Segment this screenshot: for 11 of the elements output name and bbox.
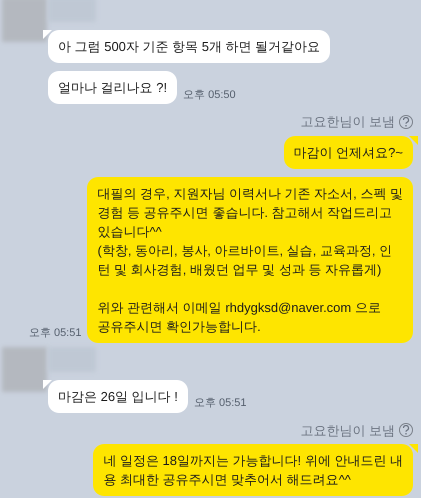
- message-bubble: 대필의 경우, 지원자님 이력서나 기존 자소서, 스펙 및 경험 등 공유주시면 좋습니다. 참고해서 작업드리고 있습니다^^ (학창, 동아리, 봉사, 아르바이트, 실습, 교육과정, 인 턴 및 회사경험, 배웠던 업무 및 성과 등 자유롭게) 위와 관련해서 이메일 rhdygksd@naver.com 으로 공유주시면 확인가능합니다.: [87, 176, 413, 342]
- avatar-placeholder: [2, 0, 47, 42]
- help-icon: [399, 114, 413, 129]
- timestamp: 오후 05:51: [194, 396, 247, 411]
- timestamp: 오후 05:51: [28, 326, 82, 341]
- sender-label: 고요한님이 보냄: [300, 113, 395, 131]
- message-bubble: 얼마나 걸리나요 ?!: [48, 71, 178, 104]
- help-icon: [399, 423, 413, 438]
- timestamp: 오후 05:50: [183, 88, 236, 102]
- sender-label: 고요한님이 보냄: [300, 422, 395, 440]
- avatar-placeholder: [2, 346, 47, 392]
